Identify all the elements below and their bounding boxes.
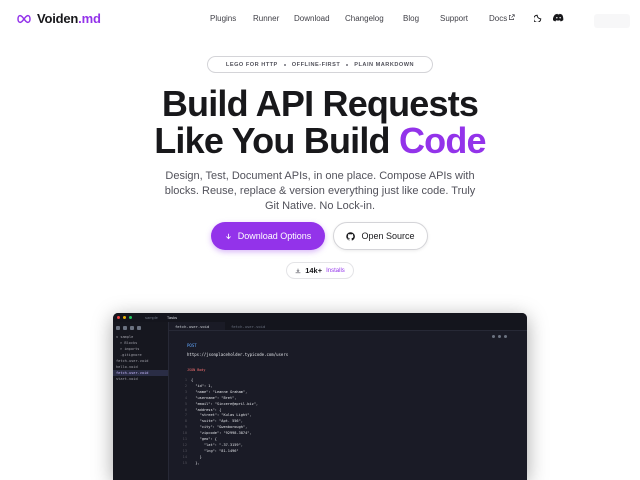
app-title-right: Tasks — [166, 315, 178, 320]
app-screenshot: sample Tasks v sample > Blocks > imports… — [113, 313, 527, 480]
infinity-logo-icon — [17, 14, 31, 23]
github-icon — [346, 231, 356, 241]
nav-link-download[interactable]: Download — [294, 14, 330, 23]
code-text: "geo": { — [191, 437, 217, 442]
nav-link-blog[interactable]: Blog — [403, 14, 419, 23]
hero-title-accent: Code — [398, 120, 487, 161]
installs-label: Installs — [326, 267, 345, 274]
code-text: "suite": "Apt. 556", — [191, 419, 243, 424]
action-icon — [504, 335, 507, 338]
tag-offline-first: OFFLINE-FIRST — [291, 61, 341, 68]
download-icon — [295, 268, 301, 273]
sidebar-toolbar — [113, 324, 168, 334]
brand-name: Voiden — [37, 11, 79, 26]
hero-title: Build API Requests Like You Build Code — [0, 85, 640, 159]
minimize-dot — [123, 316, 126, 319]
files-icon — [116, 326, 120, 330]
code-text: "city": "Gwenborough", — [191, 425, 248, 430]
code-text: "id": 1, — [191, 383, 213, 388]
installs-count: 14k+ — [305, 266, 323, 275]
feature-tags: LEGO FOR HTTP OFFLINE-FIRST PLAIN MARKDO… — [207, 56, 433, 73]
top-nav: Voiden.md Plugins Runner Download Change… — [0, 0, 640, 38]
nav-link-docs[interactable]: Docs — [489, 14, 507, 23]
git-icon — [130, 326, 134, 330]
brand-ext: .md — [78, 11, 101, 26]
download-options-label: Download Options — [237, 231, 312, 241]
arrow-down-icon — [225, 233, 231, 239]
json-body: 1{2 "id": 1, 3 "name": "Leanne Graham", 4 … — [177, 378, 258, 467]
line-number: 15 — [182, 460, 187, 465]
nav-link-changelog[interactable]: Changelog — [345, 14, 384, 23]
code-line: 15 }, — [177, 461, 258, 467]
tag-separator — [283, 63, 286, 66]
editor-tab-active: fetch-user.void — [169, 322, 225, 330]
brand-logo[interactable]: Voiden.md — [16, 11, 101, 26]
search-icon — [123, 326, 127, 330]
code-text: } — [191, 454, 202, 459]
code-text: "name": "Leanne Graham", — [191, 389, 248, 394]
open-source-button[interactable]: Open Source — [333, 222, 428, 250]
open-source-label: Open Source — [361, 231, 415, 241]
nav-link-runner[interactable]: Runner — [253, 14, 279, 23]
code-text: "lng": "81.1496" — [191, 448, 239, 453]
editor-tabs: fetch-user.void fetch-user.void — [169, 322, 527, 331]
action-icon — [498, 335, 501, 338]
hero-subtitle: Design, Test, Document APIs, in one plac… — [164, 170, 476, 212]
editor-actions — [492, 335, 507, 338]
maximize-dot — [129, 316, 132, 319]
download-options-button[interactable]: Download Options — [211, 222, 325, 250]
sidebar-item: start.void — [116, 377, 138, 381]
close-dot — [117, 316, 120, 319]
hero-title-line2: Like You Build — [154, 120, 399, 161]
app-titlebar: sample Tasks — [113, 313, 527, 322]
editor-tab: fetch-user.void — [231, 324, 266, 329]
action-icon — [492, 335, 495, 338]
request-url: https://jsonplaceholder.typicode.com/use… — [187, 352, 289, 357]
external-link-icon — [509, 14, 515, 20]
tag-lego-http: LEGO FOR HTTP — [225, 61, 278, 68]
discord-icon[interactable] — [553, 13, 564, 22]
tag-separator — [346, 63, 349, 66]
code-text: "username": "Bret", — [191, 395, 237, 400]
code-text: { — [191, 378, 194, 382]
code-text: }, — [191, 460, 200, 465]
app-sidebar: v sample > Blocks > imports .gitignore f… — [113, 322, 169, 480]
nav-link-plugins[interactable]: Plugins — [210, 14, 236, 23]
code-text: "lat": "-37.3159", — [191, 442, 243, 447]
moon-icon[interactable] — [534, 13, 543, 22]
app-title-left: sample — [145, 315, 158, 320]
code-text: "email": "Sincere@april.biz", — [191, 401, 259, 406]
github-stars-badge[interactable] — [594, 14, 630, 28]
hero-title-line1: Build API Requests — [161, 83, 479, 124]
code-text: "street": "Kulas Light", — [191, 413, 252, 418]
code-text: "address": { — [191, 407, 222, 412]
app-editor: fetch-user.void fetch-user.void POST htt… — [169, 322, 527, 480]
tag-plain-markdown: PLAIN MARKDOWN — [354, 61, 415, 68]
extensions-icon — [137, 326, 141, 330]
request-method: POST — [187, 343, 197, 348]
code-text: "zipcode": "92998-3874", — [191, 431, 252, 436]
json-body-label: JSON Body — [187, 368, 206, 372]
installs-badge: 14k+ Installs — [286, 262, 354, 279]
nav-link-support[interactable]: Support — [440, 14, 468, 23]
